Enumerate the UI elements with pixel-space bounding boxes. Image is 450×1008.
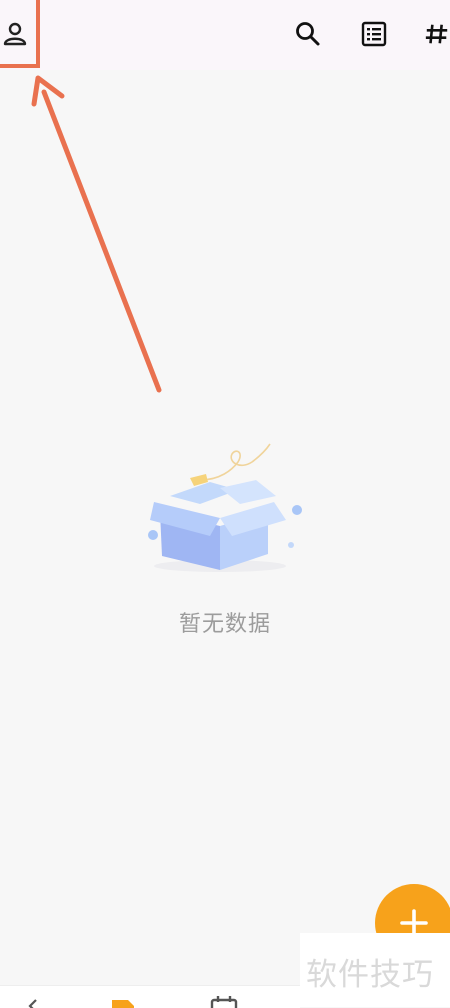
back-icon	[28, 999, 37, 1008]
tag-button[interactable]	[424, 16, 450, 52]
empty-box-illustration	[148, 443, 302, 572]
empty-state-message: 暂无数据	[178, 611, 271, 636]
search-button[interactable]	[290, 16, 326, 52]
calendar-icon	[210, 996, 238, 1008]
list-view-button[interactable]	[356, 16, 392, 52]
hashtag-icon	[425, 24, 448, 44]
annotation-arrow	[31, 75, 162, 393]
back-nav-item[interactable]	[22, 994, 42, 1008]
list-icon	[361, 21, 387, 47]
watermark: 软件技巧	[300, 933, 450, 1007]
bottom-navigation	[0, 985, 300, 1008]
search-icon	[296, 22, 320, 46]
calendar-nav-item[interactable]	[208, 994, 240, 1008]
